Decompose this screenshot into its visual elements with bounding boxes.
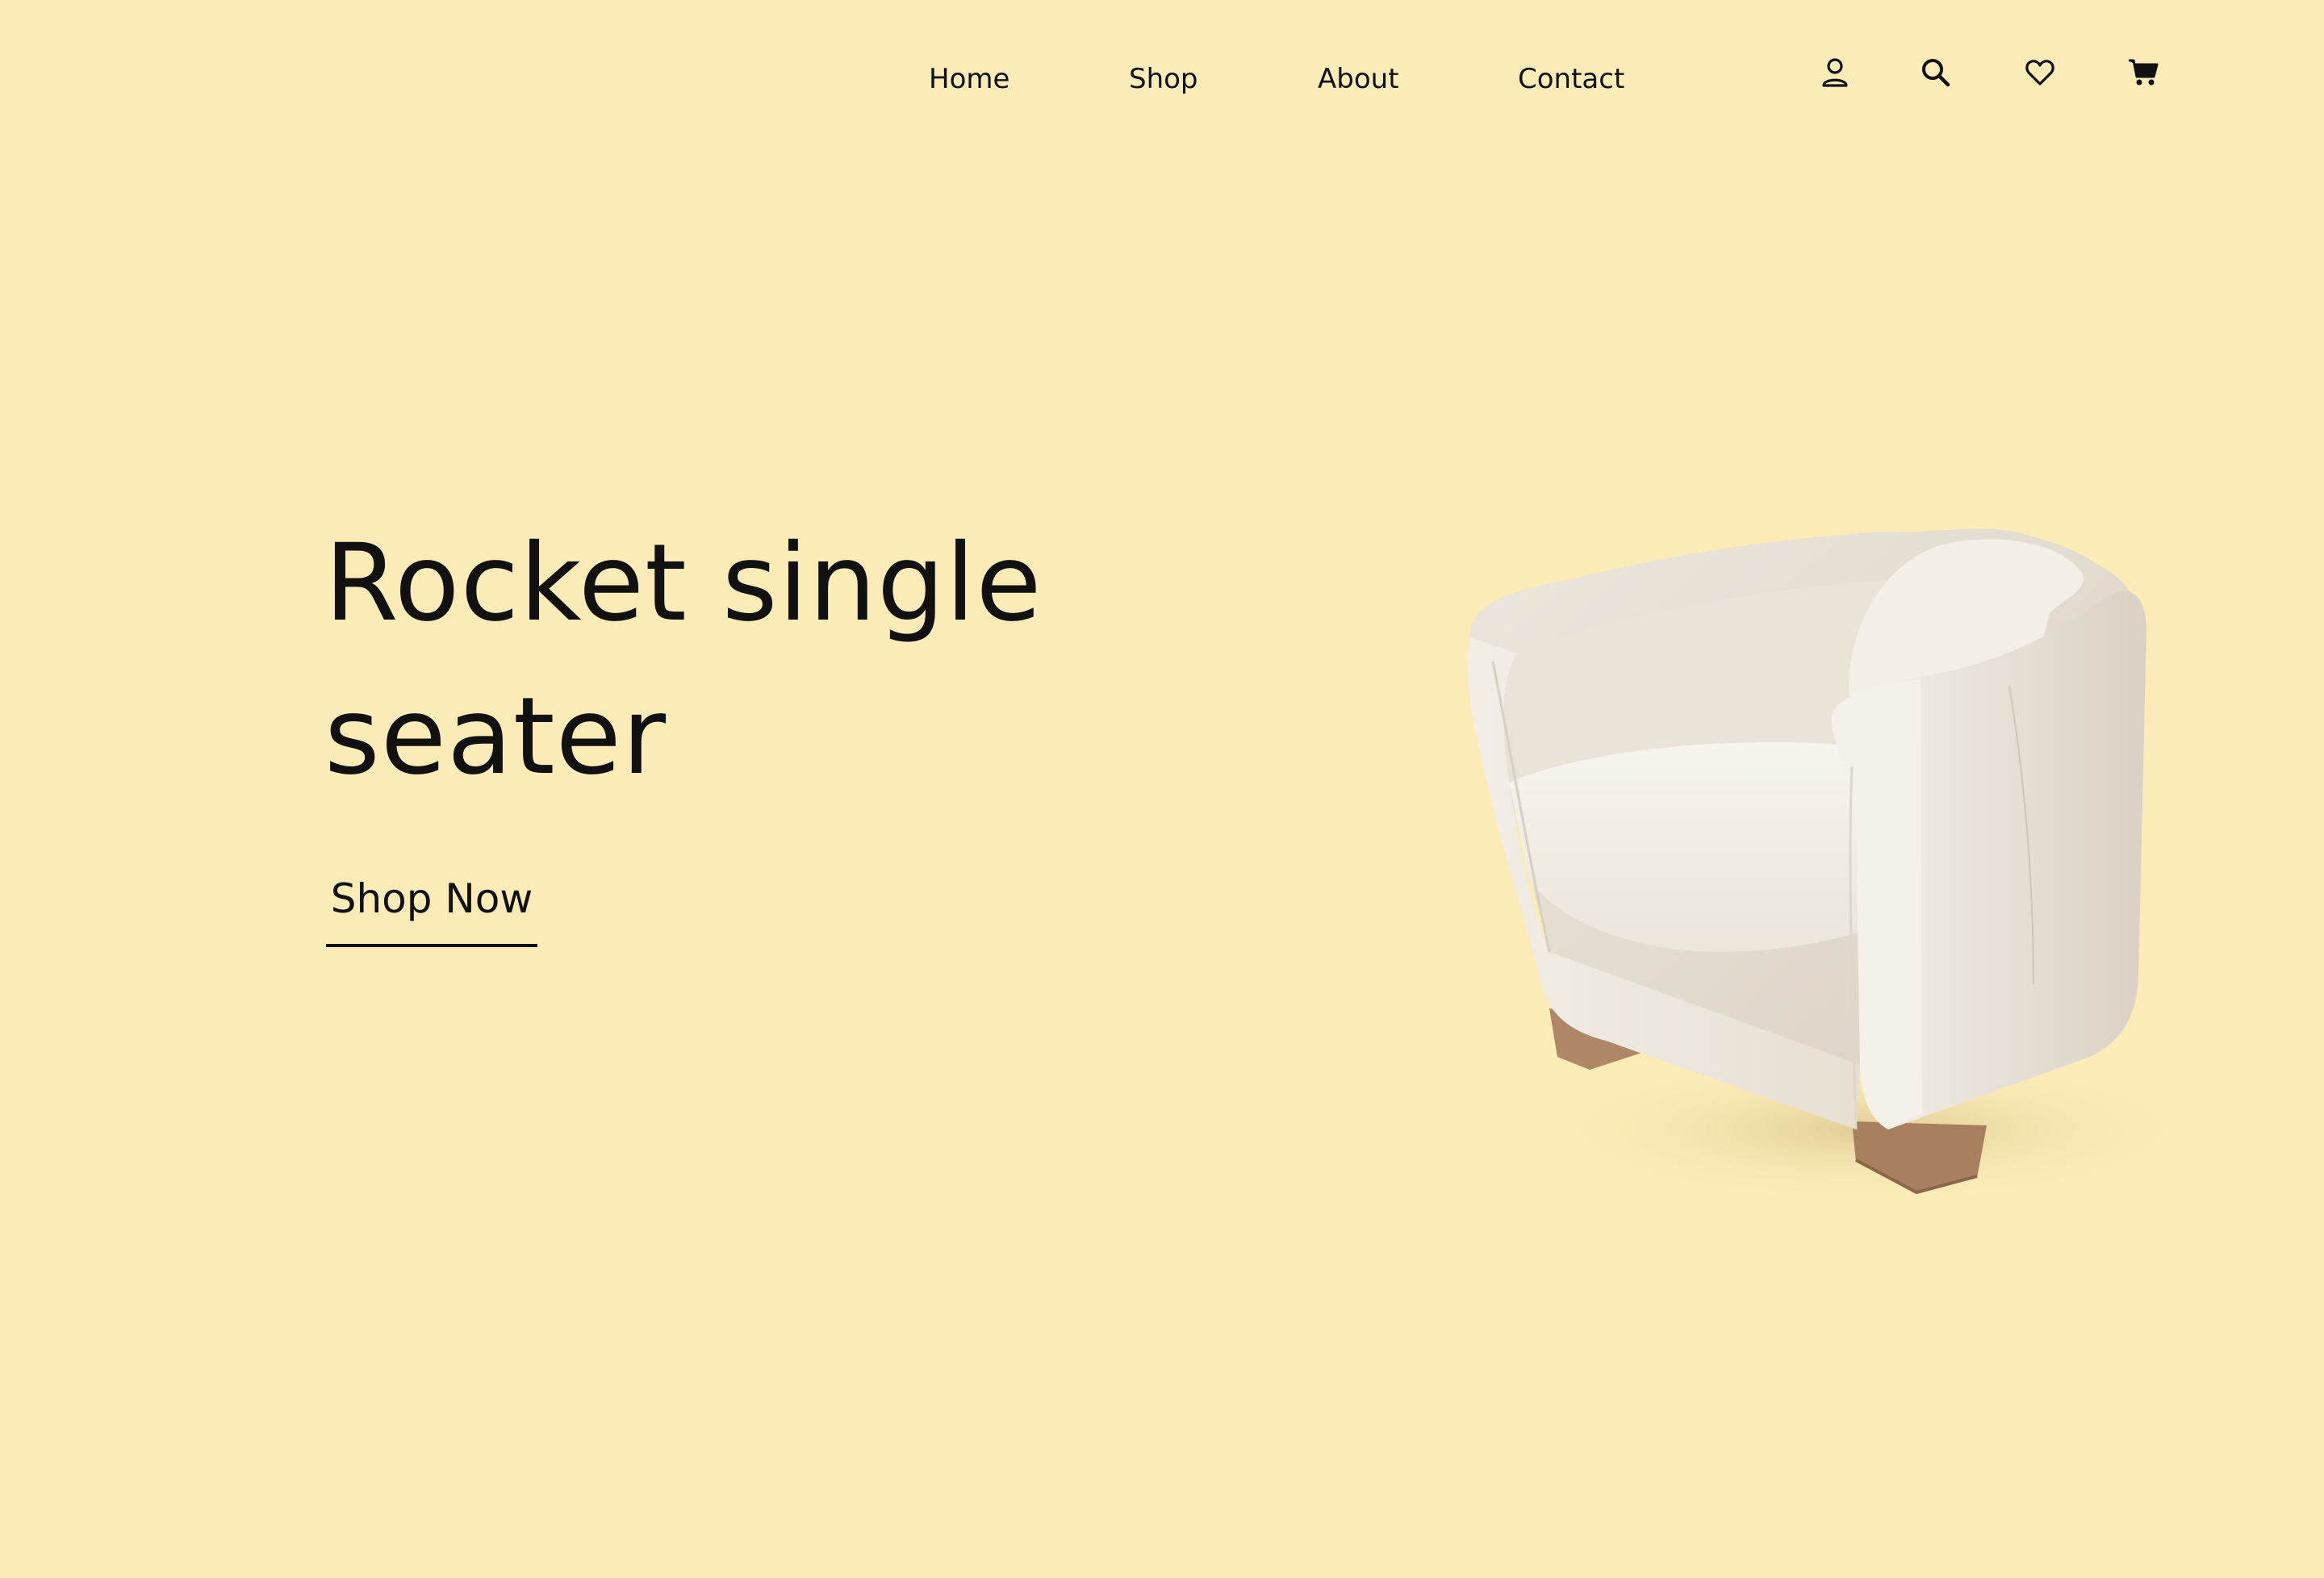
- hero-title: Rocket single seater: [324, 507, 1131, 813]
- hero-title-line-2: seater: [324, 674, 667, 799]
- nav-contact-link[interactable]: Contact: [1518, 60, 1624, 98]
- hero-title-line-1: Rocket single: [324, 521, 1043, 645]
- cart-icon-graphic: [2129, 59, 2159, 86]
- nav-home-link[interactable]: Home: [929, 60, 1009, 98]
- search-icon[interactable]: [1918, 55, 1954, 90]
- heart-icon[interactable]: [2022, 55, 2058, 90]
- user-icon[interactable]: [1817, 55, 1853, 90]
- shop-now-button[interactable]: Shop Now: [326, 870, 537, 947]
- top-navigation-bar: Home Shop About Contact: [0, 0, 2324, 161]
- nav-about-link[interactable]: About: [1318, 60, 1399, 98]
- armchair-product-image: [1452, 500, 2227, 1242]
- main-nav: Home Shop About Contact: [0, 0, 2324, 161]
- nav-shop-link[interactable]: Shop: [1129, 60, 1198, 98]
- user-icon-graphic: [1822, 58, 1848, 87]
- cart-icon[interactable]: [2125, 55, 2161, 90]
- heart-icon-graphic: [2025, 60, 2054, 86]
- armchair-illustration: [1467, 528, 2195, 1202]
- search-icon-graphic: [1922, 59, 1950, 87]
